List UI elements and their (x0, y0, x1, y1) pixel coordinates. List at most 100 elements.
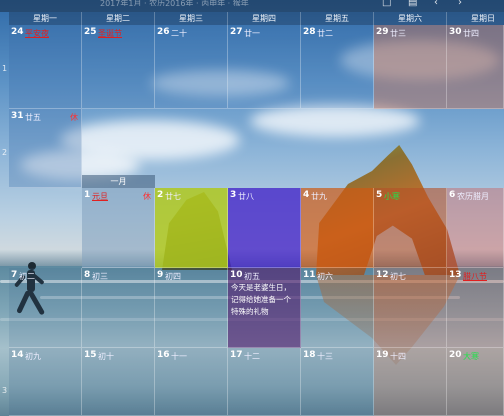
event-note[interactable]: 今天是老婆生日，记得给她准备一个特殊的礼物 (231, 282, 295, 318)
holiday-label: 圣诞节 (98, 29, 122, 38)
day-number: 10 (230, 270, 243, 280)
calendar-day-cell[interactable]: 1 元旦 休 (82, 188, 155, 268)
calendar-day-cell[interactable]: 27 廿一 (228, 25, 301, 109)
lunar-date: 十四 (390, 352, 406, 361)
lunar-date: 初九 (25, 352, 41, 361)
day-number: 27 (230, 27, 243, 37)
calendar-day-cell[interactable]: 26 二十 (155, 25, 228, 109)
holiday-label: 元旦 (92, 192, 108, 201)
day-number: 15 (84, 350, 97, 360)
calendar-day-cell[interactable]: 4 廿九 (301, 188, 374, 268)
weekday-label: 星期三 (155, 12, 228, 25)
day-number: 6 (449, 190, 456, 200)
day-number: 24 (11, 27, 24, 37)
rest-day-badge: 休 (70, 113, 78, 122)
calendar-day-cell[interactable]: 24 平安夜 (9, 25, 82, 109)
calendar-day-cell[interactable]: 31 廿五 休 (9, 109, 82, 188)
calendar-day-cell[interactable]: 7 初二 (9, 268, 82, 348)
day-number: 14 (11, 350, 24, 360)
calendar-day-cell[interactable]: 29 廿三 (374, 25, 447, 109)
day-number: 7 (11, 270, 18, 280)
lunar-date: 农历腊月 (457, 192, 489, 201)
calendar-day-cell[interactable]: 14 初九 (9, 348, 82, 416)
lunar-date: 初六 (317, 272, 333, 281)
lunar-date: 二十 (171, 29, 187, 38)
day-number: 30 (449, 27, 462, 37)
lunar-date: 廿四 (463, 29, 479, 38)
day-number: 4 (303, 190, 310, 200)
calendar-day-cell[interactable]: 6 农历腊月 (447, 188, 504, 268)
holiday-label: 平安夜 (25, 29, 49, 38)
day-number: 31 (11, 111, 24, 121)
solar-term-label: 小寒 (384, 192, 400, 201)
calendar-day-cell[interactable]: 3 廿八 (228, 188, 301, 268)
calendar-day-cell[interactable]: 19 十四 (374, 348, 447, 416)
solar-term-label: 大寒 (463, 352, 479, 361)
weekday-label: 星期二 (82, 12, 155, 25)
day-number: 1 (84, 190, 91, 200)
lunar-date: 初四 (165, 272, 181, 281)
lunar-date: 初七 (390, 272, 406, 281)
day-number: 16 (157, 350, 170, 360)
day-number: 5 (376, 190, 383, 200)
day-number: 17 (230, 350, 243, 360)
title-text: 2017年1月 · 农历2016年 · 丙申年 · 猴年 (100, 0, 249, 6)
lunar-date: 十一 (171, 352, 187, 361)
lunar-date: 十二 (244, 352, 260, 361)
calendar-day-cell[interactable]: 28 廿二 (301, 25, 374, 109)
rest-day-badge: 休 (143, 192, 151, 201)
lunar-date: 廿三 (390, 29, 406, 38)
calendar-day-cell[interactable]: 13 腊八节 (447, 268, 504, 348)
calendar-day-cell[interactable]: 12 初七 (374, 268, 447, 348)
calendar-day-cell[interactable]: 17 十二 (228, 348, 301, 416)
calendar-day-cell[interactable]: 16 十一 (155, 348, 228, 416)
day-number: 20 (449, 350, 462, 360)
calendar-day-cell[interactable]: 30 廿四 (447, 25, 504, 109)
calendar-day-cell[interactable]: 11 初六 (301, 268, 374, 348)
lunar-date: 初三 (92, 272, 108, 281)
calendar-day-cell[interactable]: 25 圣诞节 (82, 25, 155, 109)
calendar-day-cell[interactable]: 8 初三 (82, 268, 155, 348)
day-number: 18 (303, 350, 316, 360)
week-number: 3 (1, 386, 8, 395)
weekday-label: 星期日 (447, 12, 504, 25)
calendar-day-cell[interactable]: 18 十三 (301, 348, 374, 416)
list-icon[interactable]: ▤ (408, 0, 417, 8)
lunar-date: 廿五 (25, 113, 41, 122)
day-number: 12 (376, 270, 389, 280)
day-number: 13 (449, 270, 462, 280)
calendar-day-cell[interactable]: 9 初四 (155, 268, 228, 348)
calendar-day-cell[interactable]: 20 大寒 (447, 348, 504, 416)
lunar-date: 初二 (19, 272, 35, 281)
weekday-label: 星期五 (301, 12, 374, 25)
calendar-day-cell[interactable]: 15 初十 (82, 348, 155, 416)
lunar-date: 廿九 (311, 192, 327, 201)
lunar-date: 初十 (98, 352, 114, 361)
holiday-label: 腊八节 (463, 272, 487, 281)
day-number: 11 (303, 270, 316, 280)
title-strip: 2017年1月 · 农历2016年 · 丙申年 · 猴年 □ ▤ ‹ › (0, 0, 504, 12)
day-number: 2 (157, 190, 164, 200)
calendar-day-cell[interactable]: 10 初五 今天是老婆生日，记得给她准备一个特殊的礼物 (228, 268, 301, 348)
lunar-date: 廿八 (238, 192, 254, 201)
weekday-label: 星期六 (374, 12, 447, 25)
day-number: 8 (84, 270, 91, 280)
prev-month-icon[interactable]: ‹ (434, 0, 438, 8)
weekday-label: 星期一 (9, 12, 82, 25)
calendar-day-cell[interactable]: 5 小寒 (374, 188, 447, 268)
day-number: 19 (376, 350, 389, 360)
next-month-icon[interactable]: › (458, 0, 462, 8)
lunar-date: 十三 (317, 352, 333, 361)
week-number: 1 (1, 64, 8, 73)
day-number: 25 (84, 27, 97, 37)
weekday-label: 星期四 (228, 12, 301, 25)
week-number: 2 (1, 148, 8, 157)
lunar-date: 初五 (244, 272, 260, 281)
window-icon[interactable]: □ (382, 0, 391, 8)
lunar-date: 廿二 (317, 29, 333, 38)
day-number: 29 (376, 27, 389, 37)
day-number: 26 (157, 27, 170, 37)
calendar-day-cell[interactable]: 2 廿七 (155, 188, 228, 268)
day-number: 3 (230, 190, 237, 200)
month-label: 一月 (82, 175, 155, 188)
